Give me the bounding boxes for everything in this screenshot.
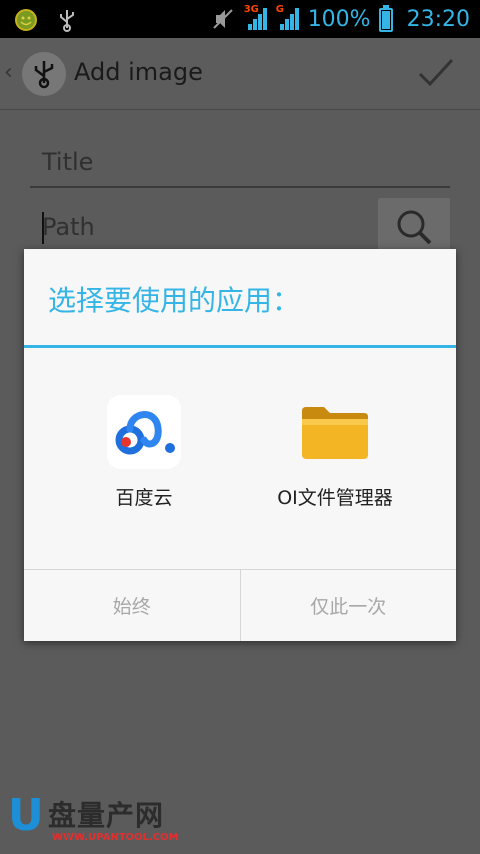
app-label-baidu-cloud: 百度云 <box>115 487 173 509</box>
baidu-cloud-icon <box>107 395 181 469</box>
usb-icon <box>60 10 74 32</box>
watermark-name: 盘量产网 <box>48 799 165 832</box>
signal-3g-icon: 3G <box>243 4 268 32</box>
watermark-logo: U 盘量产网 WWW.UPANTOOL.COM <box>8 790 188 850</box>
battery-icon <box>378 5 393 32</box>
path-placeholder: Path <box>42 213 95 241</box>
checkmark-icon[interactable] <box>416 52 456 92</box>
dialog-divider <box>24 345 456 348</box>
clock: 23:20 <box>406 6 470 32</box>
watermark-url: WWW.UPANTOOL.COM <box>52 832 179 843</box>
folder-icon <box>298 395 372 469</box>
just-once-button[interactable]: 仅此一次 <box>239 570 457 641</box>
dialog-buttons: 始终 仅此一次 <box>24 569 456 641</box>
up-chevron-icon[interactable]: ‹ <box>4 60 13 85</box>
always-button[interactable]: 始终 <box>24 570 240 641</box>
search-button[interactable] <box>378 198 450 256</box>
title-placeholder: Title <box>42 148 94 176</box>
battery-percent: 100% <box>307 6 371 32</box>
network-type-3g: 3G <box>243 4 259 15</box>
app-option-oi-file-manager[interactable]: OI文件管理器 <box>235 395 435 510</box>
smiley-notification-icon <box>15 9 37 31</box>
app-label-oi-file-manager: OI文件管理器 <box>277 487 393 509</box>
status-bar: 3G G 100% 23:20 <box>0 0 480 38</box>
usb-app-icon[interactable] <box>22 52 66 96</box>
search-icon <box>397 210 432 245</box>
action-bar: ‹ Add image <box>0 38 480 110</box>
signal-g-icon: G <box>275 4 300 32</box>
watermark-letter: U <box>8 790 44 841</box>
title-field[interactable]: Title <box>30 140 450 188</box>
network-type-g: G <box>275 4 284 15</box>
app-chooser-dialog: 选择要使用的应用： 百度云 OI文件管理器 始终 仅此一次 <box>24 249 456 641</box>
text-cursor <box>42 212 44 244</box>
dialog-title: 选择要使用的应用： <box>48 284 301 317</box>
page-title: Add image <box>74 58 203 86</box>
app-option-baidu-cloud[interactable]: 百度云 <box>44 395 244 510</box>
muted-icon <box>212 9 233 29</box>
path-field[interactable]: Path <box>30 205 368 253</box>
